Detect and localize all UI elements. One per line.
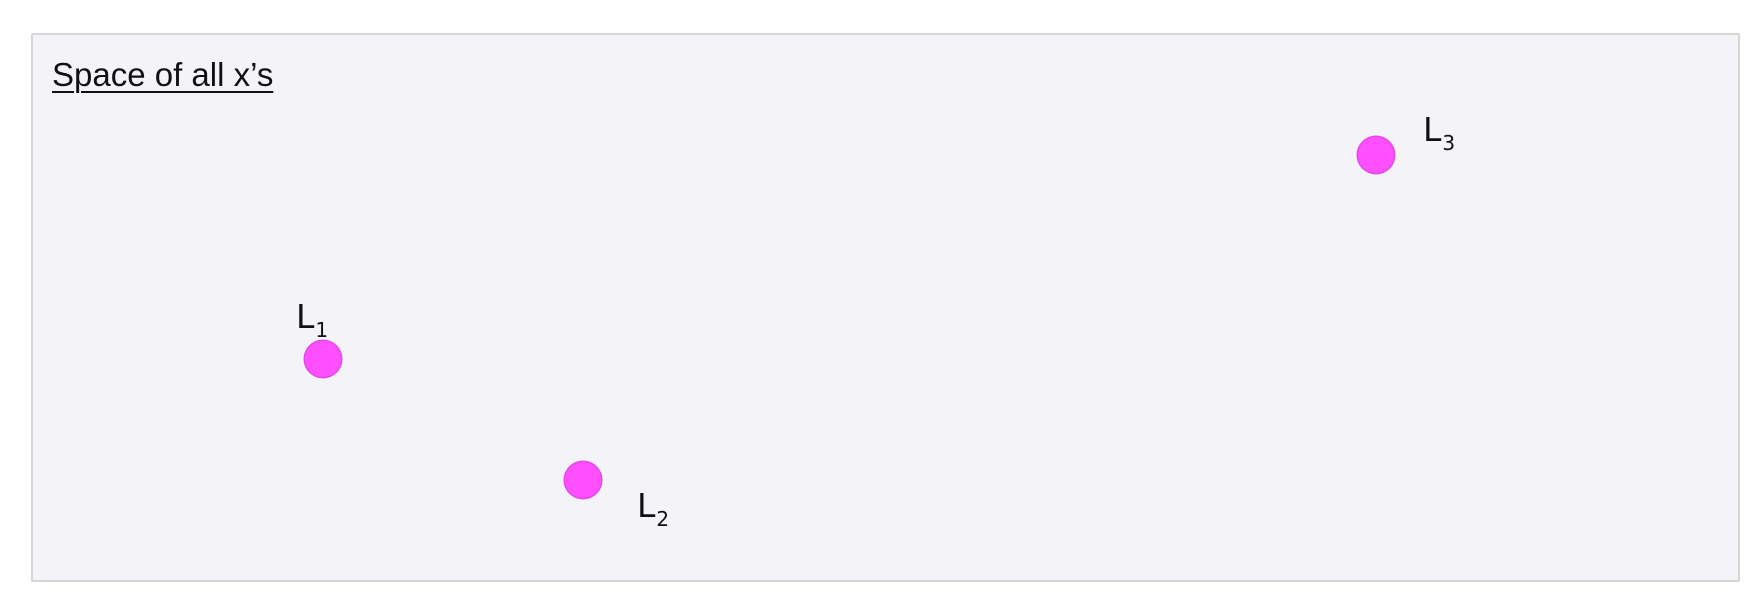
label-l2: L2 bbox=[637, 486, 669, 539]
label-l1-subscript: 1 bbox=[315, 318, 329, 342]
label-l1-letter: L bbox=[296, 297, 315, 336]
diagram-title: Space of all x’s bbox=[52, 56, 274, 93]
diagram-panel: Space of all x’s L1 L2 L3 bbox=[31, 33, 1740, 582]
point-l3 bbox=[1358, 137, 1394, 173]
label-l1: L1 bbox=[296, 297, 328, 350]
label-l3-letter: L bbox=[1423, 110, 1442, 149]
point-l2 bbox=[565, 462, 601, 498]
label-l2-subscript: 2 bbox=[656, 507, 670, 531]
label-l2-letter: L bbox=[637, 486, 656, 525]
label-l3: L3 bbox=[1423, 110, 1455, 163]
label-l3-subscript: 3 bbox=[1442, 131, 1456, 155]
